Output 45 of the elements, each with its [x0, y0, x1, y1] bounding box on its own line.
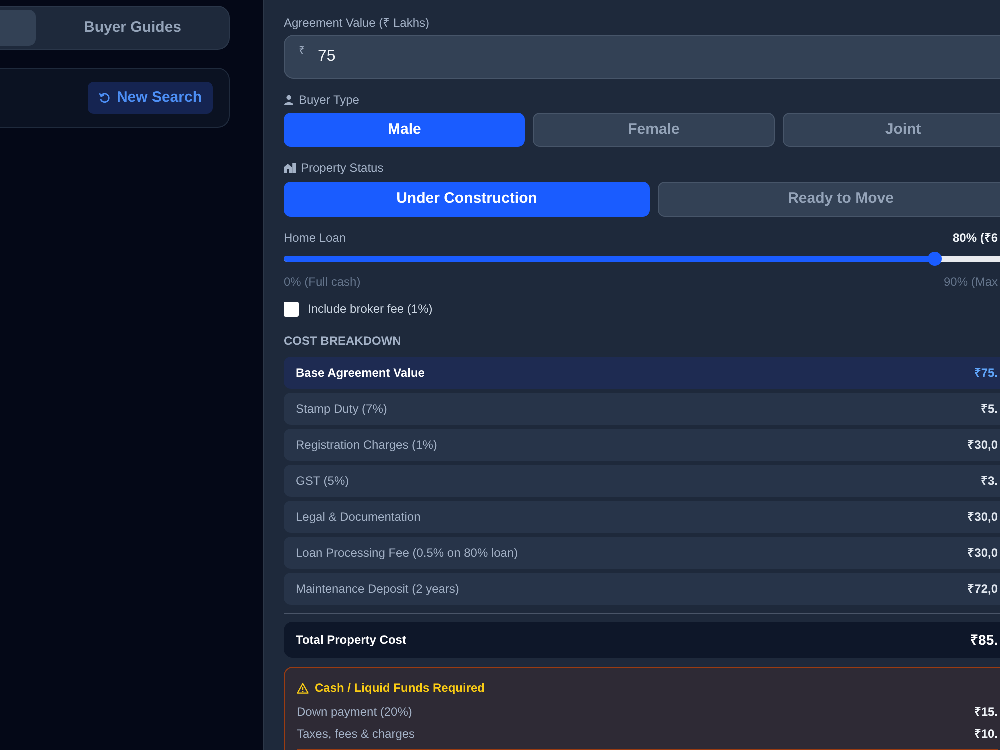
cost-value: ₹30,0	[968, 545, 998, 562]
property-status-label: Property Status	[301, 160, 384, 176]
property-status-option[interactable]: Ready to Move	[658, 182, 1000, 217]
cost-value: ₹75.	[974, 365, 998, 382]
tab[interactable]: Buyer Guides	[40, 10, 226, 46]
buyer-type-option[interactable]: Joint	[782, 113, 1000, 147]
home-loan-label: Home Loan	[284, 230, 346, 246]
slider-thumb[interactable]	[928, 252, 942, 266]
cost-label: Base Agreement Value	[296, 365, 425, 382]
cost-label: GST (5%)	[296, 473, 350, 490]
cash-required-title: Cash / Liquid Funds Required	[315, 680, 486, 696]
cost-value: ₹30,0	[968, 437, 998, 454]
home-loan-slider[interactable]	[284, 252, 1000, 266]
cost-value: ₹72,0	[968, 581, 998, 598]
cost-label: Maintenance Deposit (2 years)	[296, 581, 460, 598]
currency-symbol: ₹	[299, 44, 305, 58]
cost-label: Legal & Documentation	[296, 509, 421, 526]
slider-max-label: 90% (Max	[944, 274, 998, 290]
property-status-option[interactable]: Under Construction	[284, 182, 650, 217]
buyer-type-option[interactable]: Male	[284, 113, 526, 147]
total-cost-label: Total Property Cost	[296, 632, 406, 649]
cost-label: Registration Charges (1%)	[296, 437, 438, 454]
cost-value: ₹30,0	[968, 509, 998, 526]
new-search-button[interactable]: New Search	[88, 82, 213, 114]
section-title: COST BREAKDOWN	[284, 333, 402, 349]
agreement-value-label: Agreement Value (₹ Lakhs)	[284, 15, 431, 31]
cash-value: ₹15.	[974, 704, 998, 720]
total-cost-value: ₹85.	[970, 630, 998, 650]
cost-value: ₹3.	[980, 473, 998, 490]
cost-label: Stamp Duty (7%)	[296, 401, 388, 418]
buildings-icon	[284, 163, 296, 173]
cost-value: ₹5.	[980, 401, 998, 418]
cash-value: ₹10.	[974, 726, 998, 742]
broker-fee-checkbox[interactable]	[284, 302, 299, 316]
broker-fee-label: Include broker fee (1%)	[308, 301, 433, 318]
person-icon	[284, 95, 294, 105]
cost-label: Loan Processing Fee (0.5% on 80% loan)	[296, 545, 518, 562]
home-loan-reading: 80% (₹6	[952, 230, 998, 246]
buyer-type-label: Buyer Type	[299, 92, 360, 108]
slider-min-label: 0% (Full cash)	[284, 274, 361, 290]
buyer-type-option[interactable]: Female	[533, 113, 775, 147]
cash-label: Down payment (20%)	[297, 704, 412, 720]
cash-label: Taxes, fees & charges	[297, 726, 416, 742]
refresh-icon	[98, 92, 111, 104]
warning-icon	[297, 682, 309, 694]
